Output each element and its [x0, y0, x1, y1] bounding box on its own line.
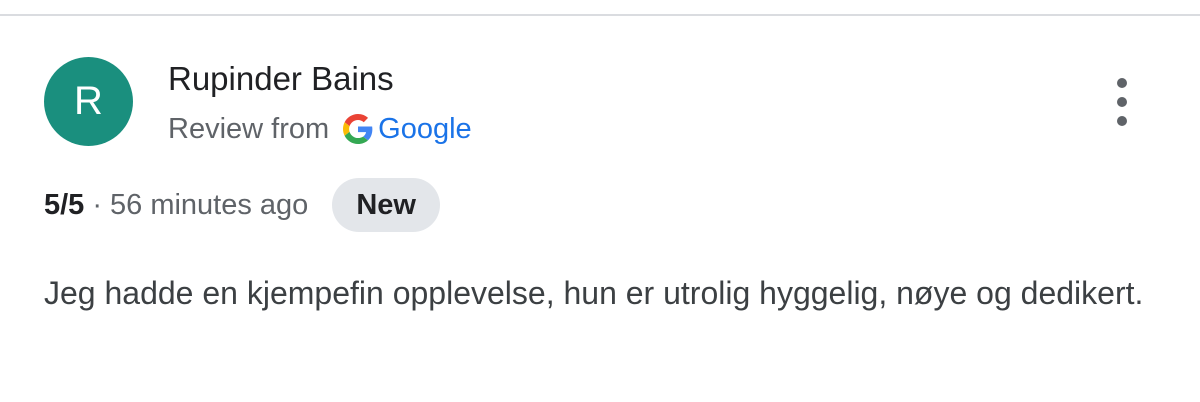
- menu-dot: [1117, 97, 1127, 107]
- reviewer-name[interactable]: Rupinder Bains: [168, 58, 394, 100]
- meta-separator: ·: [92, 188, 102, 221]
- google-source-link[interactable]: Google: [378, 113, 472, 146]
- review-source-label: Review from: [168, 112, 330, 145]
- review-meta: 5/5 · 56 minutes ago New: [44, 178, 440, 232]
- review-text: Jeg hadde en kjempefin opplevelse, hun e…: [44, 275, 1144, 311]
- google-g-icon: [343, 114, 373, 144]
- top-divider: [0, 14, 1200, 16]
- new-badge: New: [332, 178, 440, 232]
- review-source: Review from Google: [168, 108, 472, 150]
- menu-dot: [1117, 116, 1127, 126]
- review-timestamp: 56 minutes ago: [110, 188, 309, 221]
- rating: 5/5: [44, 188, 85, 221]
- review-card: R Rupinder Bains Review from Google 5/5 …: [0, 0, 1200, 402]
- more-vertical-icon[interactable]: [1100, 72, 1144, 132]
- avatar-initial: R: [74, 79, 103, 123]
- menu-dot: [1117, 78, 1127, 88]
- avatar[interactable]: R: [44, 57, 133, 146]
